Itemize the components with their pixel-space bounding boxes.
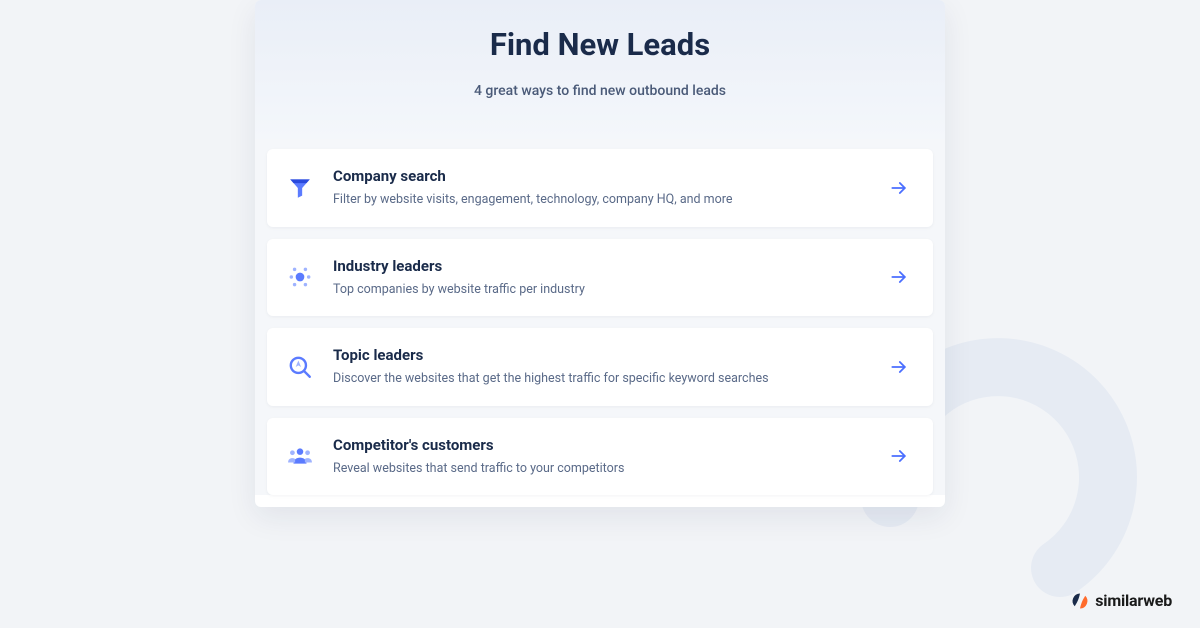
- card-topic-leaders[interactable]: Topic leaders Discover the websites that…: [267, 328, 933, 406]
- page-title: Find New Leads: [279, 26, 921, 63]
- people-icon: [285, 441, 315, 471]
- card-description: Top companies by website traffic per ind…: [333, 281, 871, 299]
- card-competitor-customers[interactable]: Competitor's customers Reveal websites t…: [267, 418, 933, 496]
- card-body: Industry leaders Top companies by websit…: [333, 257, 871, 299]
- card-description: Discover the websites that get the highe…: [333, 370, 871, 388]
- arrow-right-icon: [889, 446, 909, 466]
- arrow-right-icon: [889, 178, 909, 198]
- card-title: Company search: [333, 167, 871, 185]
- funnel-icon: [285, 173, 315, 203]
- page-subtitle: 4 great ways to find new outbound leads: [279, 83, 921, 99]
- arrow-right-icon: [889, 267, 909, 287]
- card-description: Filter by website visits, engagement, te…: [333, 191, 871, 209]
- similarweb-icon: [1071, 592, 1089, 610]
- card-body: Topic leaders Discover the websites that…: [333, 346, 871, 388]
- card-body: Competitor's customers Reveal websites t…: [333, 436, 871, 478]
- card-list: Company search Filter by website visits,…: [255, 139, 945, 495]
- brand-logo: similarweb: [1071, 591, 1172, 610]
- network-icon: [285, 262, 315, 292]
- card-company-search[interactable]: Company search Filter by website visits,…: [267, 149, 933, 227]
- card-title: Topic leaders: [333, 346, 871, 364]
- panel-header: Find New Leads 4 great ways to find new …: [255, 0, 945, 139]
- card-title: Competitor's customers: [333, 436, 871, 454]
- arrow-right-icon: [889, 357, 909, 377]
- card-body: Company search Filter by website visits,…: [333, 167, 871, 209]
- brand-name: similarweb: [1095, 591, 1172, 610]
- card-industry-leaders[interactable]: Industry leaders Top companies by websit…: [267, 239, 933, 317]
- magnify-compass-icon: [285, 352, 315, 382]
- card-title: Industry leaders: [333, 257, 871, 275]
- leads-panel: Find New Leads 4 great ways to find new …: [255, 0, 945, 507]
- card-description: Reveal websites that send traffic to you…: [333, 460, 871, 478]
